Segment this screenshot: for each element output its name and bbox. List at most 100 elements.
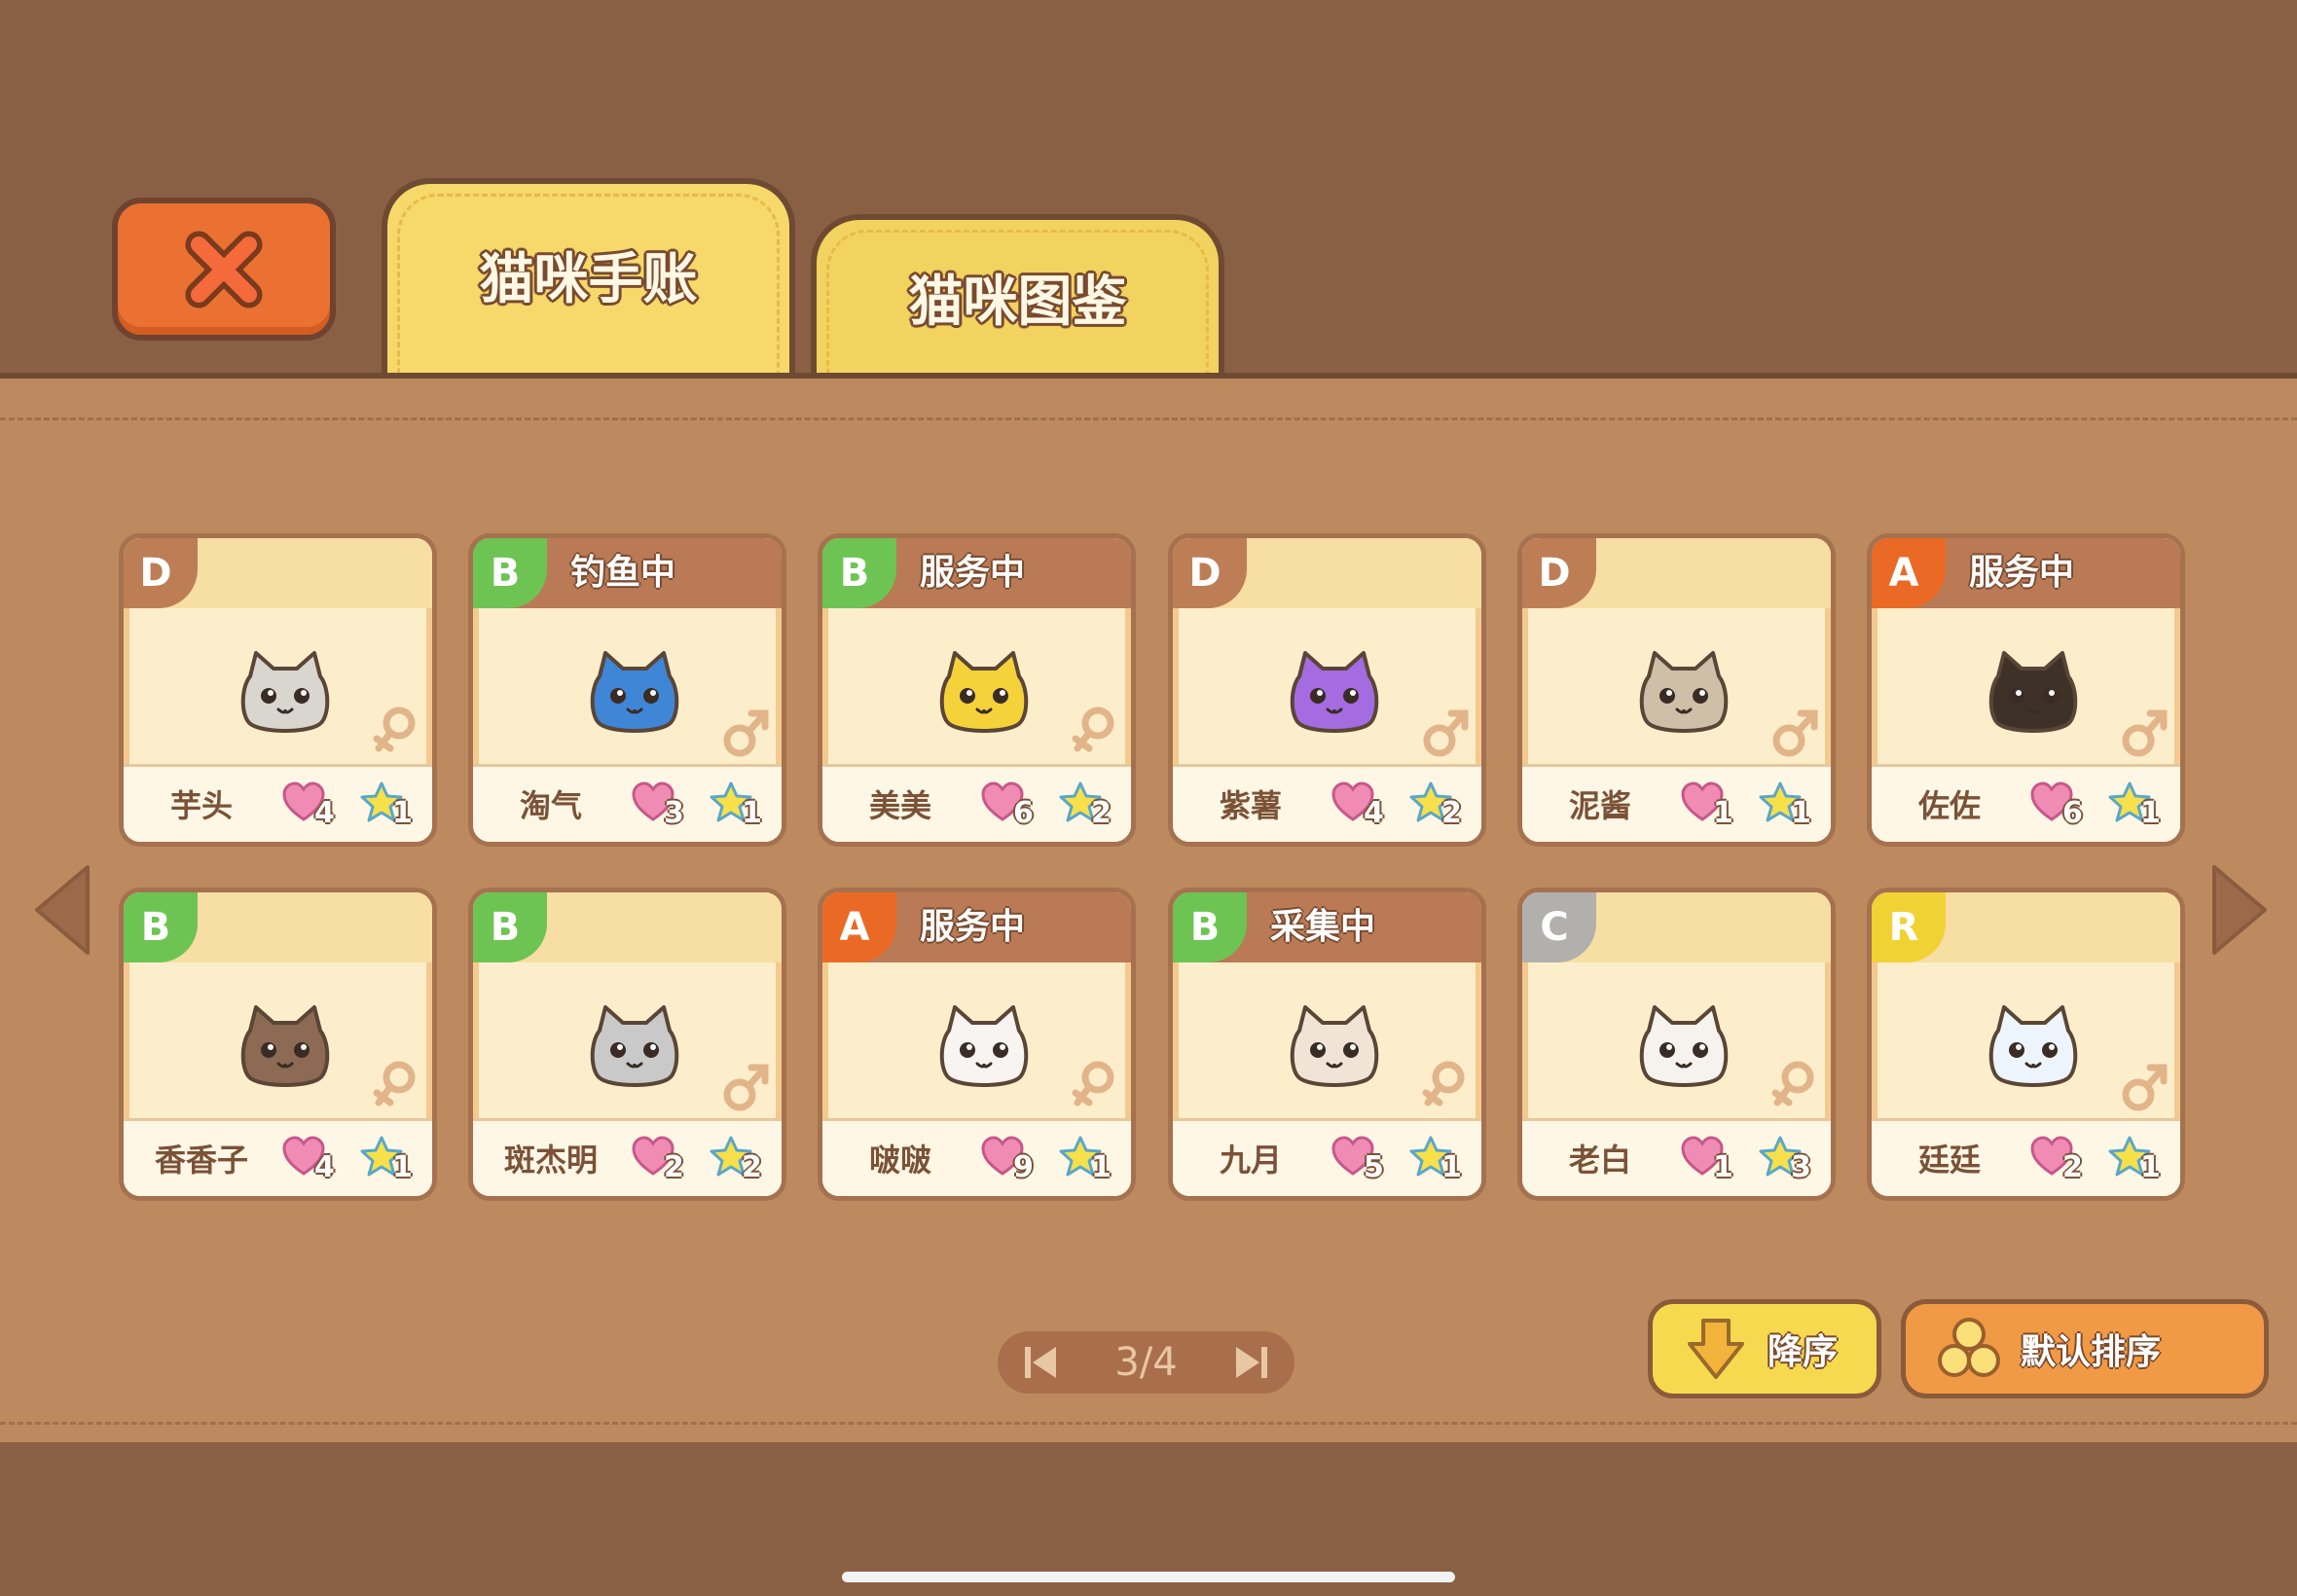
cat-name: 紫薯 xyxy=(1219,787,1282,824)
grade-badge: R xyxy=(1872,892,1946,962)
cat-card[interactable]: B 采集中 九月 5 1 xyxy=(1168,888,1486,1201)
grade-badge: B xyxy=(1173,892,1247,962)
arrow-right-icon[interactable] xyxy=(2205,861,2273,959)
cat-card[interactable]: R 廷廷 2 1 xyxy=(1867,888,2185,1201)
affection-count: 6 xyxy=(2062,796,2083,830)
card-portrait xyxy=(1173,962,1481,1118)
cat-name: 九月 xyxy=(1219,1142,1282,1179)
cat-card[interactable]: D 紫薯 4 2 xyxy=(1168,533,1486,847)
cat-name: 老白 xyxy=(1568,1142,1631,1179)
cat-card[interactable]: A 服务中佐佐 6 1 xyxy=(1867,533,2185,847)
card-header: B 采集中 xyxy=(1173,892,1481,962)
grade-badge: B xyxy=(473,538,547,608)
star-count: 2 xyxy=(742,1150,762,1184)
first-page-icon[interactable] xyxy=(1023,1343,1058,1382)
star-stat: 3 xyxy=(1758,1135,1826,1184)
male-icon xyxy=(1772,709,1818,757)
cat-card[interactable]: D 芋头 4 1 xyxy=(119,533,437,847)
star-stat: 1 xyxy=(1758,780,1826,830)
cat-avatar xyxy=(1639,651,1729,733)
card-header: A 服务中 xyxy=(1872,538,2180,608)
cat-card[interactable]: B 服务中 美美 6 2 xyxy=(818,533,1136,847)
home-indicator[interactable] xyxy=(842,1572,1455,1582)
cat-card[interactable]: A 服务中 啵啵 9 1 xyxy=(818,888,1136,1201)
cat-avatar xyxy=(1988,1005,2078,1087)
grade-badge: B xyxy=(473,892,547,962)
star-stat: 1 xyxy=(2107,1135,2175,1184)
female-icon xyxy=(1072,707,1114,752)
cat-avatar xyxy=(1988,651,2078,733)
coins-icon xyxy=(1938,1318,2000,1377)
affection-stat: 3 xyxy=(631,780,699,830)
tab-cat-catalog[interactable]: 猫咪图鉴 xyxy=(811,214,1224,375)
card-header: R xyxy=(1872,892,2180,962)
affection-stat: 1 xyxy=(1680,780,1748,830)
card-header: C xyxy=(1522,892,1831,962)
star-count: 1 xyxy=(1791,796,1811,830)
cat-card[interactable]: B 钓鱼中 淘气 3 1 xyxy=(468,533,786,847)
cat-avatar xyxy=(240,651,330,733)
male-icon xyxy=(1423,709,1469,757)
star-stat: 1 xyxy=(1058,1135,1126,1184)
star-stat: 2 xyxy=(709,1135,777,1184)
cat-avatar xyxy=(590,651,679,733)
card-header: A 服务中 xyxy=(822,892,1131,962)
tab-cat-handbook[interactable]: 猫咪手账 xyxy=(382,178,795,375)
status-label: 服务中 xyxy=(920,553,1026,593)
last-page-icon[interactable] xyxy=(1234,1343,1269,1382)
star-count: 1 xyxy=(2140,796,2161,830)
female-icon xyxy=(1422,1061,1465,1106)
card-portrait xyxy=(1522,608,1831,764)
affection-count: 2 xyxy=(2062,1150,2083,1184)
cat-avatar xyxy=(1290,651,1379,733)
close-icon xyxy=(185,230,263,308)
cat-card[interactable]: C 老白 1 3 xyxy=(1517,888,1836,1201)
male-icon xyxy=(2122,709,2168,757)
affection-count: 4 xyxy=(314,1150,335,1184)
grade-badge: A xyxy=(1872,538,1946,608)
affection-count: 1 xyxy=(1713,1150,1733,1184)
affection-stat: 4 xyxy=(281,780,349,830)
affection-count: 9 xyxy=(1013,1150,1034,1184)
arrow-left-icon[interactable] xyxy=(29,861,97,959)
close-button[interactable] xyxy=(112,198,336,341)
grade-badge: A xyxy=(822,892,896,962)
grade-badge: D xyxy=(124,538,198,608)
male-icon xyxy=(723,1064,769,1111)
card-footer: 紫薯 4 2 xyxy=(1173,764,1481,842)
star-count: 3 xyxy=(1791,1150,1811,1184)
card-footer: 啵啵 9 1 xyxy=(822,1118,1131,1196)
card-footer: 芋头 4 1 xyxy=(124,764,432,842)
star-stat: 1 xyxy=(709,780,777,830)
card-portrait xyxy=(124,608,432,764)
card-footer: 淘气 3 1 xyxy=(473,764,782,842)
sort-descending-label: 降序 xyxy=(1768,1332,1839,1372)
grade-badge: B xyxy=(124,892,198,962)
cat-card[interactable]: B 香香子 4 1 xyxy=(119,888,437,1201)
star-count: 1 xyxy=(1441,1150,1462,1184)
star-count: 1 xyxy=(1091,1150,1112,1184)
star-count: 2 xyxy=(1091,796,1112,830)
star-count: 1 xyxy=(2140,1150,2161,1184)
sort-default-label: 默认排序 xyxy=(2021,1332,2162,1372)
female-icon xyxy=(373,707,416,752)
cat-card[interactable]: D 泥酱 1 1 xyxy=(1517,533,1836,847)
card-portrait xyxy=(822,608,1131,764)
page-indicator: 3/4 xyxy=(1114,1340,1178,1385)
cat-name: 廷廷 xyxy=(1917,1142,1981,1179)
sort-descending-button[interactable]: 降序 xyxy=(1648,1299,1881,1398)
affection-count: 3 xyxy=(664,796,684,830)
sort-default-button[interactable]: 默认排序 xyxy=(1901,1299,2269,1398)
grade-badge: C xyxy=(1522,892,1596,962)
status-label: 采集中 xyxy=(1270,907,1376,947)
cat-card[interactable]: B 斑杰明 2 2 xyxy=(468,888,786,1201)
cat-avatar xyxy=(939,1005,1029,1087)
card-footer: 美美 6 2 xyxy=(822,764,1131,842)
affection-count: 4 xyxy=(1364,796,1384,830)
affection-stat: 4 xyxy=(1331,780,1399,830)
card-portrait xyxy=(1872,962,2180,1118)
cat-name: 佐佐 xyxy=(1917,787,1981,824)
affection-count: 2 xyxy=(664,1150,684,1184)
card-footer: 香香子 4 1 xyxy=(124,1118,432,1196)
card-header: B xyxy=(473,892,782,962)
